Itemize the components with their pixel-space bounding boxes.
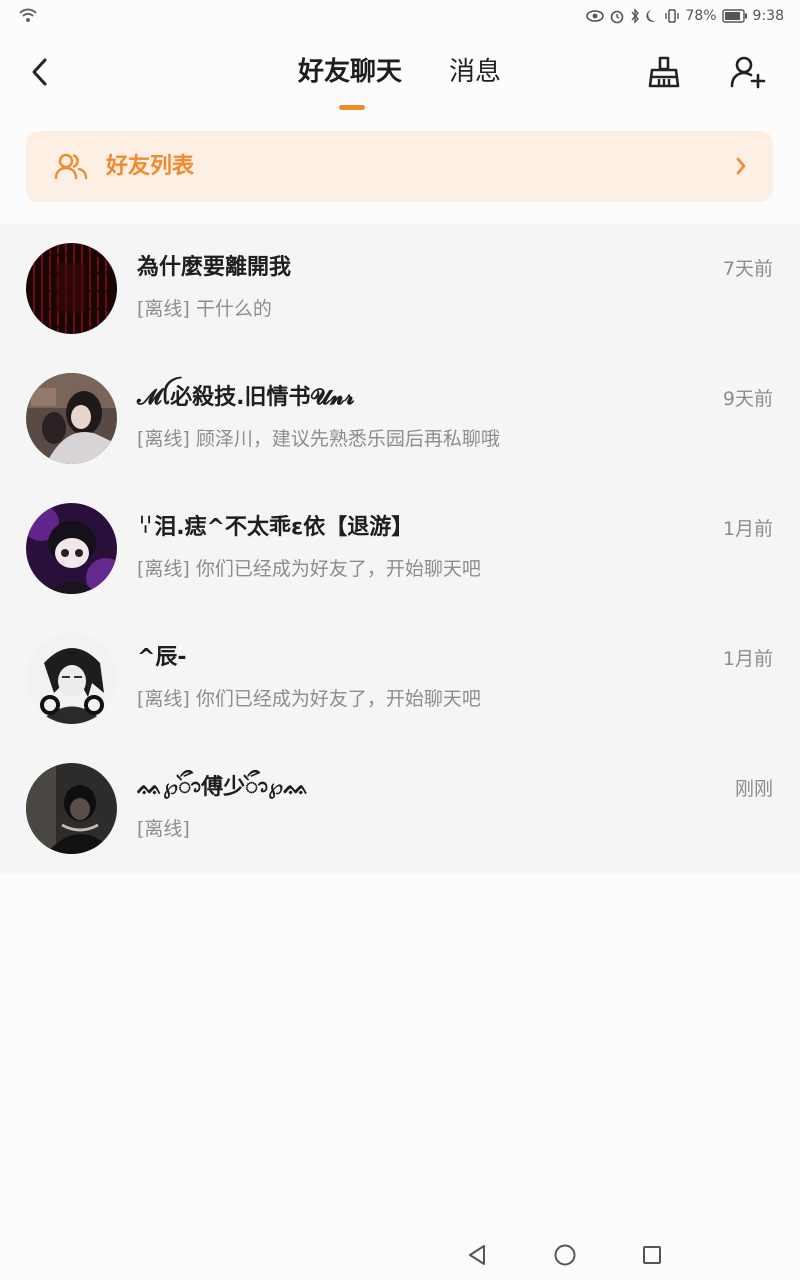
- alarm-icon: [609, 8, 625, 24]
- vibrate-icon: [664, 8, 680, 24]
- back-button[interactable]: [22, 52, 58, 92]
- chat-time: 9天前: [722, 388, 773, 410]
- friends-icon: [54, 152, 88, 184]
- chat-preview: [离线]: [137, 818, 190, 840]
- chat-time: 1月前: [722, 648, 773, 670]
- chat-item[interactable]: ^辰- [离线] 你们已经成为好友了，开始聊天吧 1月前: [0, 614, 800, 744]
- nav-back-button[interactable]: [462, 1240, 492, 1270]
- chat-name: 為什麼要離開我: [137, 255, 292, 280]
- friend-list-banner[interactable]: 好友列表: [26, 131, 773, 202]
- chat-item[interactable]: ᨐ℘ᭃ傅少ᭃ℘ᨐ [离线] 刚刚: [0, 744, 800, 874]
- chat-time: 7天前: [722, 258, 773, 280]
- top-bar: 好友聊天 消息: [0, 32, 800, 120]
- chat-time: 1月前: [722, 518, 773, 540]
- circle-home-icon: [554, 1244, 576, 1266]
- moon-icon: [645, 9, 659, 23]
- status-indicators: 78% 9:38: [586, 5, 784, 27]
- chat-preview: [离线] 你们已经成为好友了，开始聊天吧: [137, 688, 481, 710]
- chat-preview: [离线] 干什么的: [137, 298, 272, 320]
- chat-name: 𝓜ꪶ必殺技.旧情书𝓤𝓷𝓻: [137, 385, 355, 410]
- avatar[interactable]: [26, 503, 117, 594]
- battery-icon: [721, 9, 748, 23]
- chat-item[interactable]: 為什麼要離開我 [离线] 干什么的 7天前: [0, 224, 800, 354]
- wifi-icon: [18, 7, 38, 27]
- chat-list: 為什麼要離開我 [离线] 干什么的 7天前 𝓜ꪶ必殺技.旧情书𝓤𝓷𝓻 [离线] …: [0, 224, 800, 874]
- avatar[interactable]: [26, 763, 117, 854]
- active-tab-indicator: [339, 105, 365, 110]
- chat-item[interactable]: ꈌ泪.痣^不太乖ε依【退游】 [离线] 你们已经成为好友了，开始聊天吧 1月前: [0, 484, 800, 614]
- tab-messages[interactable]: 消息: [449, 54, 501, 90]
- system-nav-bar: [0, 1232, 800, 1280]
- tab-friend-chat[interactable]: 好友聊天: [298, 54, 402, 90]
- chat-name: ꈌ泪.痣^不太乖ε依【退游】: [137, 515, 414, 540]
- triangle-back-icon: [469, 1245, 485, 1265]
- chat-preview: [离线] 顾泽川，建议先熟悉乐园后再私聊哦: [137, 428, 500, 450]
- add-user-icon: [730, 56, 766, 89]
- chat-preview: [离线] 你们已经成为好友了，开始聊天吧: [137, 558, 481, 580]
- nav-recents-button[interactable]: [637, 1240, 667, 1270]
- square-recents-icon: [643, 1246, 661, 1264]
- broom-icon: [648, 56, 680, 88]
- chevron-left-icon: [32, 58, 47, 86]
- nav-home-button[interactable]: [550, 1240, 580, 1270]
- avatar[interactable]: [26, 633, 117, 724]
- eye-icon: [586, 9, 605, 23]
- chevron-right-icon: [735, 156, 747, 180]
- chat-name: ^辰-: [137, 645, 187, 670]
- avatar[interactable]: [26, 373, 117, 464]
- battery-percent: 78%: [685, 8, 717, 24]
- clock: 9:38: [752, 8, 784, 24]
- chat-time: 刚刚: [734, 778, 773, 800]
- clear-button[interactable]: [642, 50, 686, 94]
- status-bar: 78% 9:38: [0, 0, 800, 32]
- chat-item[interactable]: 𝓜ꪶ必殺技.旧情书𝓤𝓷𝓻 [离线] 顾泽川，建议先熟悉乐园后再私聊哦 9天前: [0, 354, 800, 484]
- add-friend-button[interactable]: [725, 50, 769, 94]
- bluetooth-icon: [630, 8, 640, 24]
- friend-list-label: 好友列表: [106, 154, 195, 179]
- chat-name: ᨐ℘ᭃ傅少ᭃ℘ᨐ: [137, 775, 310, 800]
- avatar[interactable]: [26, 243, 117, 334]
